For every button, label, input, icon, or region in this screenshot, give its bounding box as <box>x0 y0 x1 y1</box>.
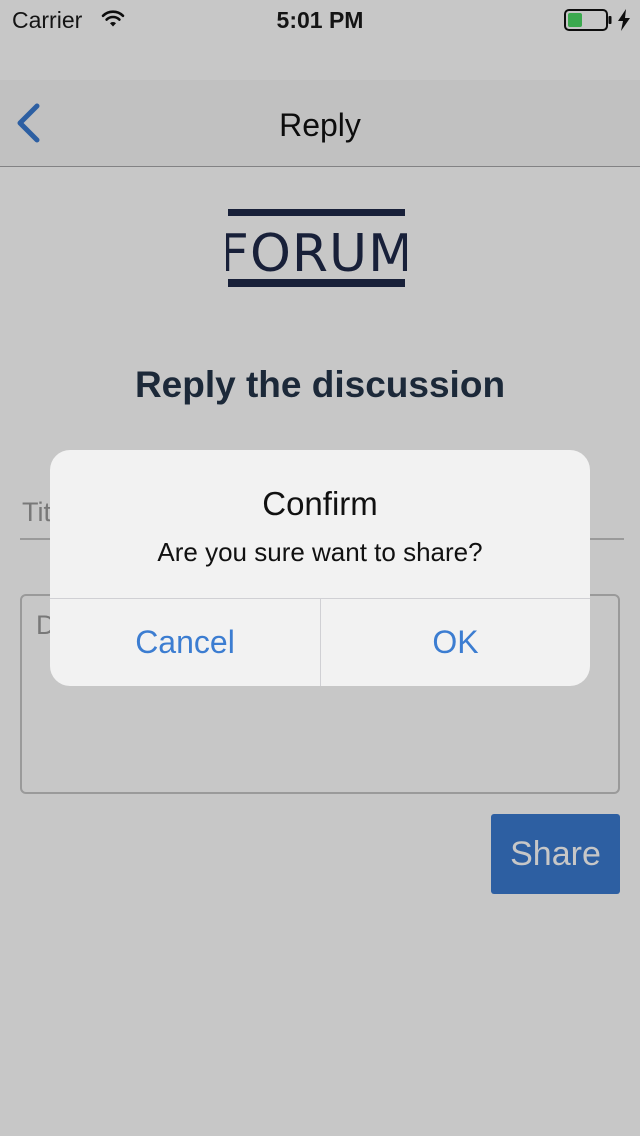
confirm-dialog: Confirm Are you sure want to share? Canc… <box>50 450 590 686</box>
cancel-button[interactable]: Cancel <box>50 599 320 686</box>
ok-button[interactable]: OK <box>321 599 590 686</box>
dialog-message: Are you sure want to share? <box>157 537 483 567</box>
dialog-title: Confirm <box>262 485 378 522</box>
